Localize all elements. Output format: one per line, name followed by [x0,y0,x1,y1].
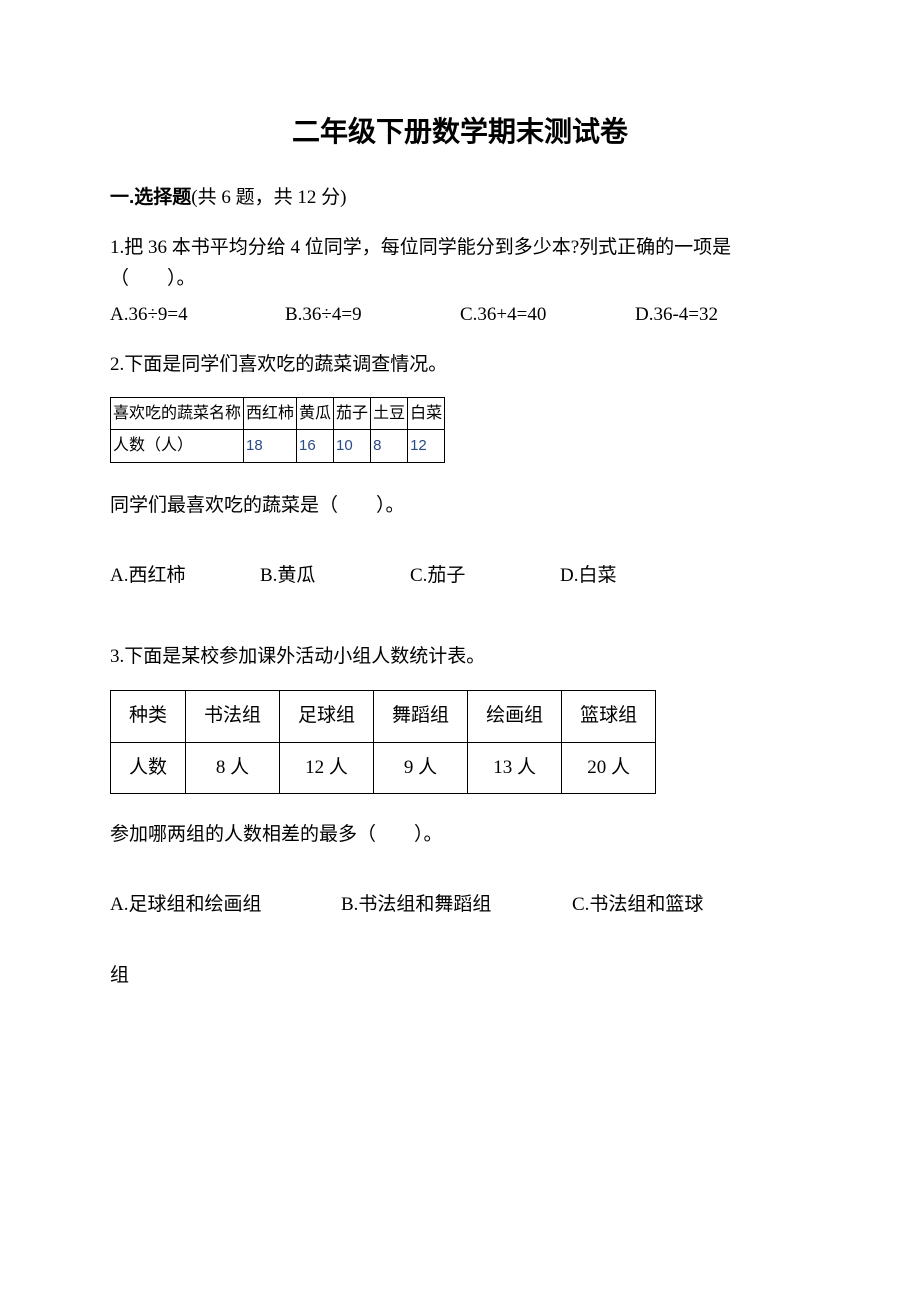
table-cell: 12 人 [280,742,374,793]
table-header: 种类 [111,691,186,742]
option-a: A.足球组和绘画组 [110,890,341,920]
table-row: 人数（人） 18 16 10 8 12 [111,430,445,463]
table-cell: 18 [244,430,297,463]
option-b: B.书法组和舞蹈组 [341,890,572,920]
option-b: B.黄瓜 [260,561,410,591]
table-header: 绘画组 [468,691,562,742]
row-label: 人数 [111,742,186,793]
table-header: 篮球组 [562,691,656,742]
table-row: 喜欢吃的蔬菜名称 西红柿 黄瓜 茄子 土豆 白菜 [111,397,445,430]
table-cell: 16 [297,430,334,463]
table-cell: 8 [371,430,408,463]
question-3-options: A.足球组和绘画组 B.书法组和舞蹈组 C.书法组和篮球 组 [110,890,810,991]
question-1-options: A.36÷9=4 B.36÷4=9 C.36+4=40 D.36-4=32 [110,300,810,330]
question-1: 1.把 36 本书平均分给 4 位同学，每位同学能分到多少本?列式正确的一项是（… [110,233,810,330]
table-header: 舞蹈组 [374,691,468,742]
table-cell: 20 人 [562,742,656,793]
table-header: 喜欢吃的蔬菜名称 [111,397,244,430]
section-1-header: 一.选择题(共 6 题，共 12 分) [110,183,810,213]
question-2-options: A.西红柿 B.黄瓜 C.茄子 D.白菜 [110,561,810,591]
question-prompt: 参加哪两组的人数相差的最多（ ）。 [110,820,810,850]
table-cell: 10 [334,430,371,463]
activity-table: 种类 书法组 足球组 舞蹈组 绘画组 篮球组 人数 8 人 12 人 9 人 1… [110,690,656,794]
table-header: 西红柿 [244,397,297,430]
section-name: 选择题 [134,187,191,208]
row-label: 人数（人） [111,430,244,463]
table-header: 茄子 [334,397,371,430]
option-a: A.36÷9=4 [110,300,285,330]
option-d: D.白菜 [560,561,710,591]
table-cell: 8 人 [186,742,280,793]
option-c-continuation: 组 [110,961,810,991]
question-3: 3.下面是某校参加课外活动小组人数统计表。 种类 书法组 足球组 舞蹈组 绘画组… [110,642,810,991]
section-number: 一. [110,187,134,208]
option-c: C.书法组和篮球 [572,890,803,920]
table-header: 书法组 [186,691,280,742]
question-prompt: 同学们最喜欢吃的蔬菜是（ ）。 [110,491,810,521]
question-text: 3.下面是某校参加课外活动小组人数统计表。 [110,642,810,672]
table-row: 人数 8 人 12 人 9 人 13 人 20 人 [111,742,656,793]
question-text: 2.下面是同学们喜欢吃的蔬菜调查情况。 [110,350,810,380]
table-cell: 9 人 [374,742,468,793]
table-cell: 12 [408,430,445,463]
table-cell: 13 人 [468,742,562,793]
table-header: 土豆 [371,397,408,430]
question-text: 1.把 36 本书平均分给 4 位同学，每位同学能分到多少本?列式正确的一项是（… [110,233,810,294]
option-c: C.茄子 [410,561,560,591]
table-header: 足球组 [280,691,374,742]
option-d: D.36-4=32 [635,300,810,330]
section-info: (共 6 题，共 12 分) [191,187,346,208]
table-row: 种类 书法组 足球组 舞蹈组 绘画组 篮球组 [111,691,656,742]
question-2: 2.下面是同学们喜欢吃的蔬菜调查情况。 喜欢吃的蔬菜名称 西红柿 黄瓜 茄子 土… [110,350,810,591]
vegetable-table: 喜欢吃的蔬菜名称 西红柿 黄瓜 茄子 土豆 白菜 人数（人） 18 16 10 … [110,397,445,463]
option-a: A.西红柿 [110,561,260,591]
exam-page: 二年级下册数学期末测试卷 一.选择题(共 6 题，共 12 分) 1.把 36 … [0,0,920,1302]
option-b: B.36÷4=9 [285,300,460,330]
table-header: 黄瓜 [297,397,334,430]
page-title: 二年级下册数学期末测试卷 [110,110,810,155]
table-header: 白菜 [408,397,445,430]
option-c: C.36+4=40 [460,300,635,330]
